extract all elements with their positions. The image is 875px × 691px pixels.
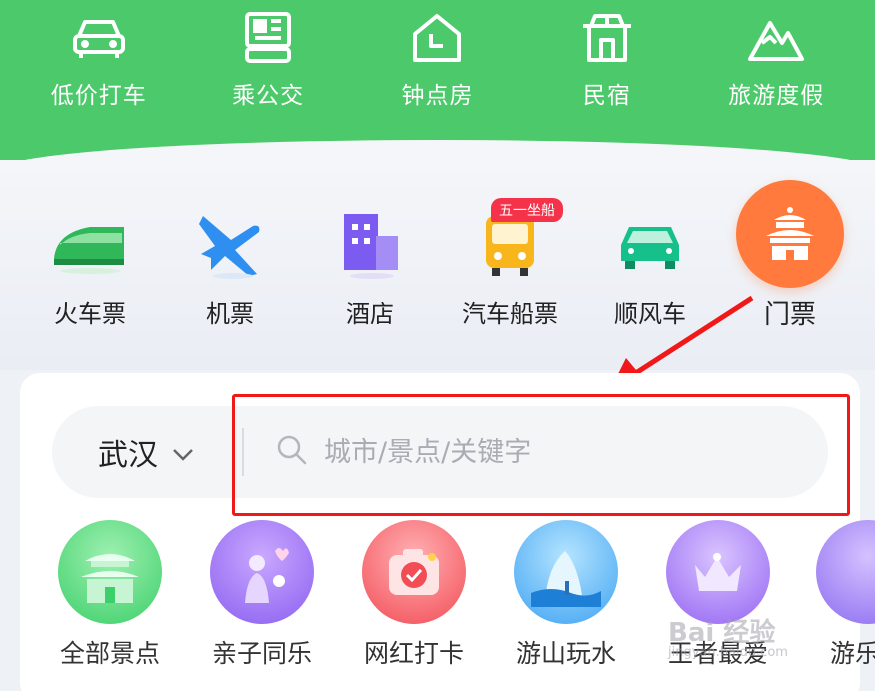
category-amusement[interactable]: 游乐 — [800, 520, 875, 670]
crown-icon — [666, 520, 770, 624]
top-nav: 低价打车 乘公交 钟点房 民宿 旅游度假 — [0, 10, 875, 120]
car-icon — [69, 10, 129, 66]
chevron-down-icon — [172, 435, 194, 470]
top-nav-vacation[interactable]: 旅游度假 — [701, 10, 851, 120]
category-label: 游山玩水 — [515, 639, 616, 668]
hotel-icon — [325, 200, 415, 290]
highlight-box — [232, 394, 850, 516]
service-flight[interactable]: 机票 — [170, 200, 290, 329]
service-train[interactable]: 火车票 — [30, 200, 150, 329]
top-nav-taxi[interactable]: 低价打车 — [24, 10, 174, 120]
top-nav-label: 旅游度假 — [728, 83, 825, 109]
top-nav-homestay[interactable]: 民宿 — [532, 10, 682, 120]
top-nav-label: 钟点房 — [401, 83, 474, 109]
service-label: 汽车船票 — [462, 300, 558, 328]
bus-card-icon — [238, 10, 298, 66]
camera-icon — [362, 520, 466, 624]
temple-ticket-icon — [736, 180, 844, 288]
bus-icon: 五一坐船 — [465, 198, 563, 290]
category-checkin[interactable]: 网红打卡 — [344, 520, 484, 670]
carpool-icon — [605, 200, 695, 290]
mountain-water-icon — [514, 520, 618, 624]
watermark-logo: Bai 经验 — [668, 618, 776, 648]
category-label: 网红打卡 — [363, 639, 464, 668]
family-icon — [210, 520, 314, 624]
service-bus-ferry[interactable]: 五一坐船 汽车船票 — [450, 198, 570, 329]
category-family[interactable]: 亲子同乐 — [192, 520, 332, 670]
top-nav-label: 低价打车 — [50, 83, 147, 109]
top-nav-hourly-room[interactable]: 钟点房 — [362, 10, 512, 120]
category-label: 全部景点 — [59, 639, 160, 668]
category-label: 游乐 — [830, 639, 875, 668]
category-all-attractions[interactable]: 全部景点 — [40, 520, 180, 670]
top-nav-label: 民宿 — [582, 83, 631, 109]
service-label: 机票 — [206, 300, 254, 328]
top-nav-label: 乘公交 — [232, 83, 305, 109]
homestay-icon — [577, 10, 637, 66]
amusement-icon — [816, 520, 875, 624]
service-label: 门票 — [763, 300, 816, 330]
service-label: 火车票 — [54, 300, 126, 328]
category-label: 亲子同乐 — [211, 639, 312, 668]
category-nature[interactable]: 游山玩水 — [496, 520, 636, 670]
city-name: 武汉 — [98, 438, 158, 473]
pagoda-icon — [58, 520, 162, 624]
watermark-url: jingyan.baidu.com — [668, 645, 788, 660]
city-selector[interactable]: 武汉 — [52, 430, 242, 474]
service-hotel[interactable]: 酒店 — [310, 200, 430, 329]
plane-icon — [185, 200, 275, 290]
service-label: 酒店 — [346, 300, 394, 328]
mountain-icon — [746, 10, 806, 66]
train-icon — [45, 200, 135, 290]
hourly-room-icon — [407, 10, 467, 66]
top-nav-bus[interactable]: 乘公交 — [193, 10, 343, 120]
service-badge: 五一坐船 — [491, 198, 563, 222]
